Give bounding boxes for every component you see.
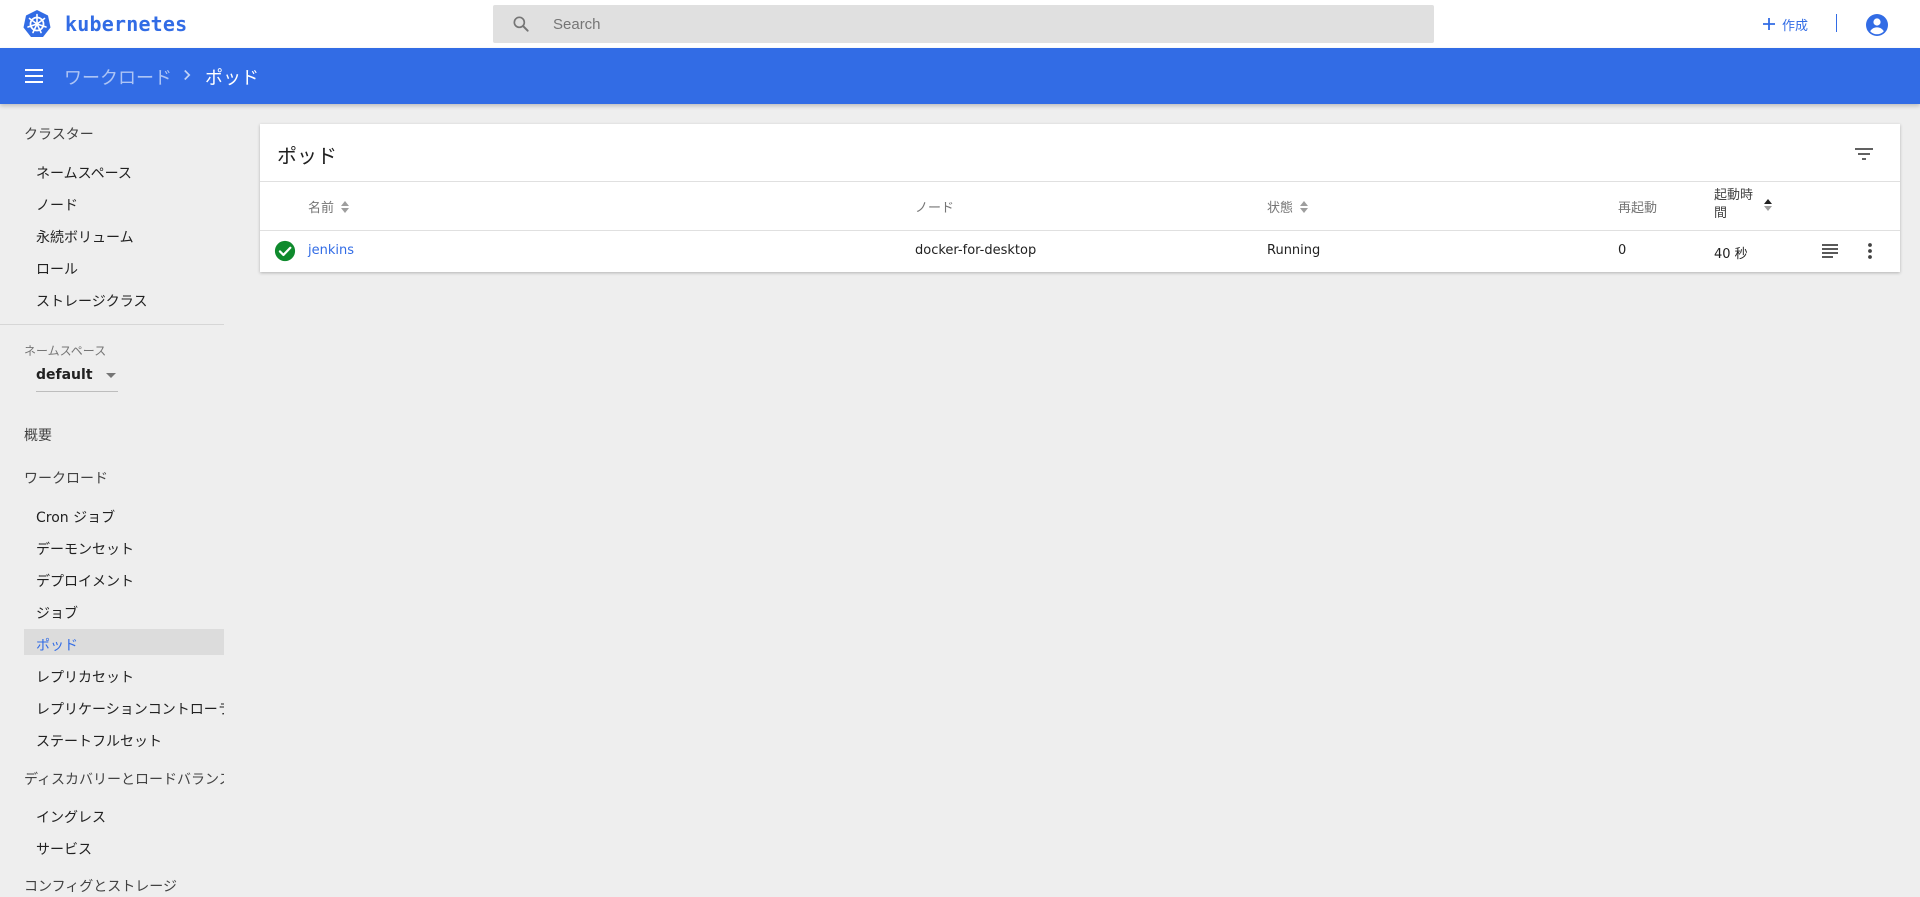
namespace-value: default (36, 367, 93, 383)
filter-icon[interactable] (1852, 142, 1876, 166)
sidebar-item-nodes[interactable]: ノード (36, 195, 78, 215)
sidebar-nav: クラスター ネームスペース ノード 永続ボリューム ロール ストレージクラス ネ… (0, 104, 224, 897)
pods-card: ポッド 名前 ノード 状態 再起動 起動時 間 jenkins docker-f… (260, 124, 1900, 272)
column-label-age-line2: 間 (1714, 206, 1728, 221)
pod-status: Running (1267, 243, 1321, 258)
card-divider (260, 181, 1900, 182)
sidebar-item-storage-classes[interactable]: ストレージクラス (36, 291, 147, 311)
sort-active-icon (1764, 199, 1773, 211)
column-label-age: 起動時 間 (1714, 187, 1753, 223)
more-vert-icon[interactable] (1858, 239, 1882, 263)
breadcrumb-parent[interactable]: ワークロード (64, 64, 172, 90)
kubernetes-logo[interactable] (22, 9, 52, 39)
sidebar-item-daemon-sets[interactable]: デーモンセット (36, 539, 134, 559)
dropdown-arrow-icon (106, 373, 116, 378)
brand-name[interactable]: kubernetes (65, 12, 187, 36)
sidebar-item-replication-controllers[interactable]: レプリケーションコントローラー (36, 699, 224, 719)
create-label: 作成 (1782, 18, 1809, 34)
sidebar-item-roles[interactable]: ロール (36, 259, 78, 279)
pod-restarts: 0 (1618, 243, 1627, 258)
column-header-restarts: 再起動 (1618, 197, 1657, 216)
menu-icon[interactable] (22, 64, 46, 88)
sidebar-item-ingresses[interactable]: イングレス (36, 807, 106, 827)
create-button[interactable]: 作成 (1760, 12, 1808, 36)
column-label-age-line1: 起動時 (1714, 188, 1754, 203)
sidebar-item-replica-sets[interactable]: レプリカセット (36, 667, 134, 687)
search-input[interactable] (553, 11, 1413, 37)
sidebar-item-services[interactable]: サービス (36, 839, 92, 859)
breadcrumb-current: ポッド (205, 68, 259, 89)
pod-name-link[interactable]: jenkins (308, 243, 354, 258)
sidebar-divider (0, 324, 224, 325)
column-header-status[interactable]: 状態 (1267, 197, 1309, 216)
column-label-status: 状態 (1267, 201, 1294, 216)
sidebar-item-pods[interactable]: ポッド (36, 635, 78, 655)
top-bar: kubernetes 作成 (0, 0, 1920, 48)
chevron-right-icon (184, 69, 191, 81)
column-label-node: ノード (915, 201, 955, 216)
sidebar-heading-discovery[interactable]: ディスカバリーとロードバランス (24, 769, 224, 789)
column-label-name: 名前 (308, 201, 335, 216)
search-icon (513, 16, 529, 32)
sort-icon (341, 200, 350, 213)
sidebar-heading-config[interactable]: コンフィグとストレージ (24, 876, 177, 896)
namespace-select[interactable]: default (36, 364, 118, 392)
sidebar-item-persistent-volumes[interactable]: 永続ボリューム (36, 227, 134, 247)
column-label-restarts: 再起動 (1618, 201, 1658, 216)
namespace-label: ネームスペース (24, 344, 107, 358)
sidebar-item-stateful-sets[interactable]: ステートフルセット (36, 731, 162, 751)
account-circle-icon[interactable] (1865, 13, 1889, 37)
breadcrumb-toolbar: ワークロード ポッド (0, 48, 1920, 104)
search-bar[interactable] (493, 5, 1434, 43)
header-divider (1836, 14, 1837, 32)
column-header-node: ノード (915, 197, 954, 216)
header-row-divider (260, 230, 1900, 231)
sidebar-item-jobs[interactable]: ジョブ (36, 603, 78, 623)
card-title: ポッド (277, 144, 337, 168)
pod-age: 40 秒 (1714, 247, 1748, 262)
column-header-age[interactable]: 起動時 間 (1714, 187, 1773, 223)
pod-node: docker-for-desktop (915, 243, 1037, 258)
sidebar-heading-workloads[interactable]: ワークロード (24, 468, 108, 488)
logs-icon[interactable] (1818, 239, 1842, 263)
column-header-name[interactable]: 名前 (308, 197, 350, 216)
sidebar-heading-cluster[interactable]: クラスター (24, 124, 94, 144)
sidebar-item-namespaces[interactable]: ネームスペース (36, 163, 132, 183)
sort-icon (1300, 200, 1309, 213)
sidebar-item-deployments[interactable]: デプロイメント (36, 571, 134, 591)
plus-icon (1763, 18, 1775, 30)
check-circle-icon (274, 240, 296, 262)
sidebar-item-cron-jobs[interactable]: Cron ジョブ (36, 507, 115, 527)
sidebar-item-overview[interactable]: 概要 (24, 425, 52, 445)
